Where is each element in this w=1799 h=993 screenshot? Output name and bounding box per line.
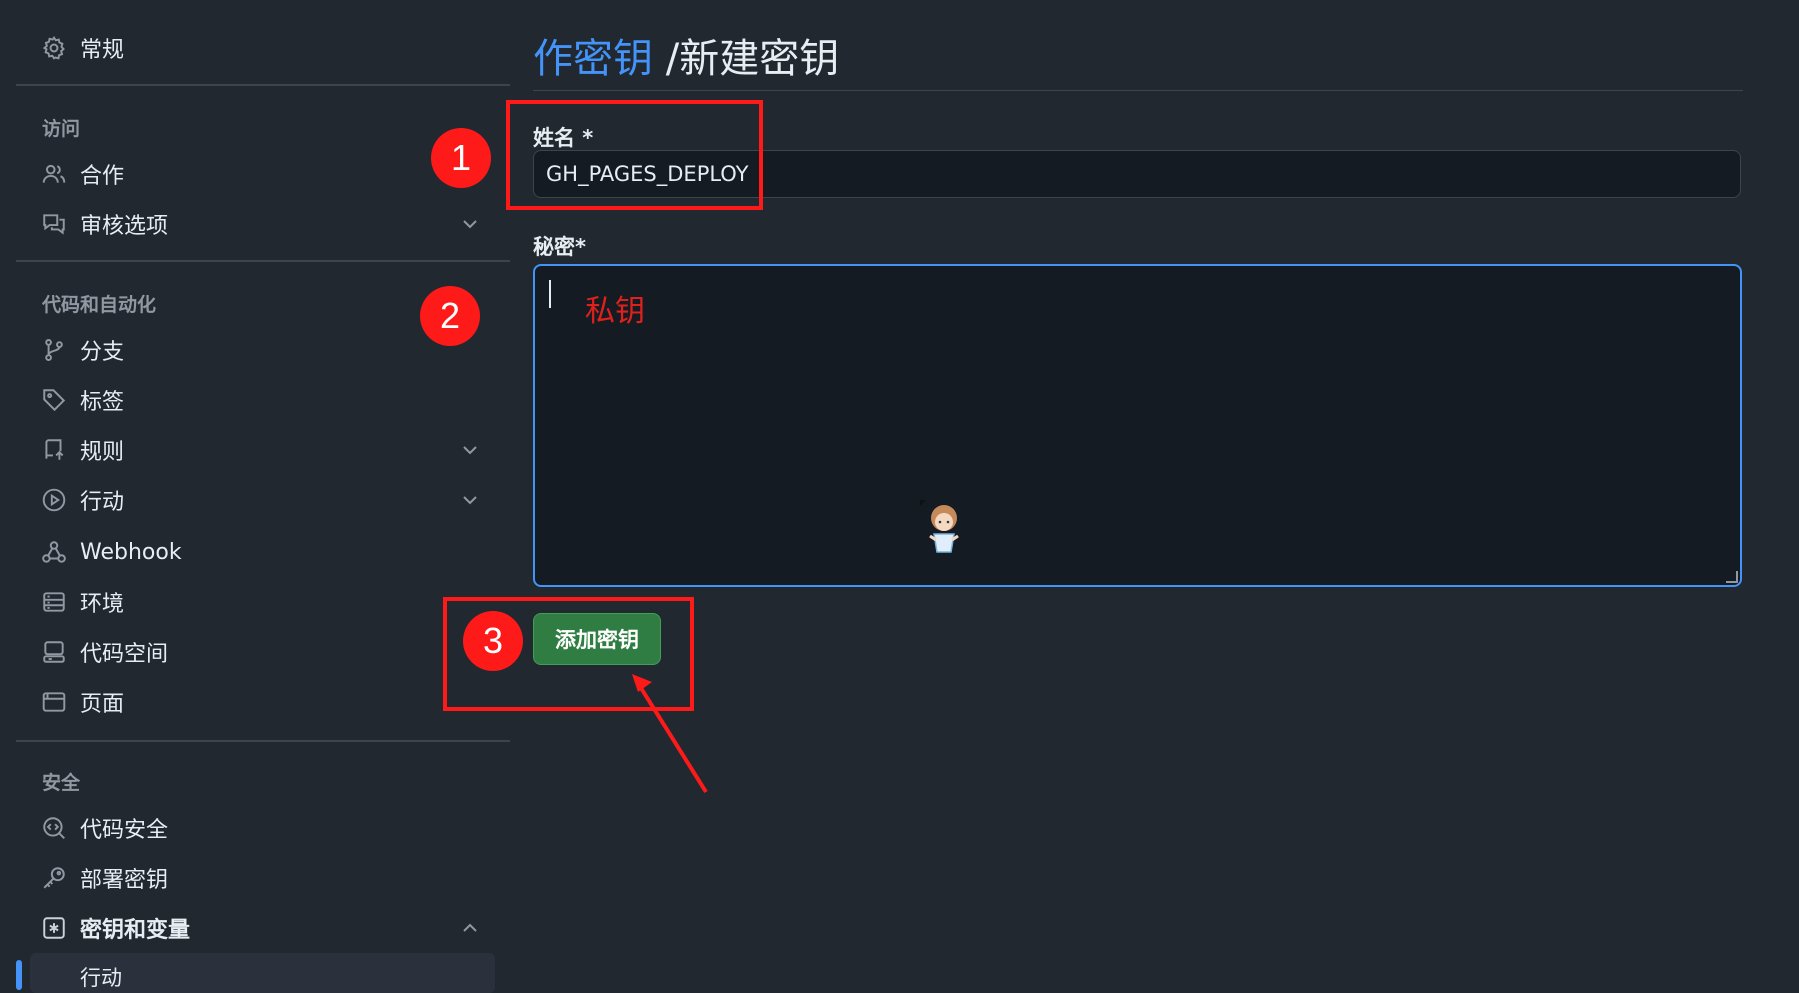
webhook-icon bbox=[40, 538, 68, 566]
sidebar-item-rules[interactable]: 规则 bbox=[40, 430, 124, 470]
sidebar-item-label: 标签 bbox=[80, 390, 125, 415]
sidebar-item-actions[interactable]: 行动 bbox=[40, 480, 124, 520]
annotation-step-2: 2 bbox=[420, 286, 480, 346]
sidebar-item-secrets-and-variables[interactable]: 密钥和变量 bbox=[40, 908, 190, 948]
sidebar-item-label: 合作 bbox=[80, 164, 125, 189]
secret-textarea[interactable] bbox=[533, 264, 1742, 587]
annotation-step-3: 3 bbox=[463, 611, 523, 671]
codescan-icon bbox=[40, 814, 68, 842]
gear-icon bbox=[40, 34, 68, 62]
sidebar-item-deploy-keys[interactable]: 部署密钥 bbox=[40, 858, 168, 898]
asterisk-box-icon bbox=[40, 914, 68, 942]
sidebar-divider bbox=[16, 84, 510, 86]
sidebar-item-label: 常规 bbox=[80, 38, 125, 63]
chevron-down-icon[interactable] bbox=[458, 212, 482, 236]
resize-handle-icon[interactable] bbox=[1726, 571, 1738, 583]
sidebar-item-webhooks[interactable]: Webhook bbox=[40, 532, 182, 572]
sidebar-item-codespaces[interactable]: 代码空间 bbox=[40, 632, 168, 672]
sidebar-item-branches[interactable]: 分支 bbox=[40, 330, 124, 370]
sidebar-item-label: 代码安全 bbox=[80, 818, 169, 843]
key-icon bbox=[40, 864, 68, 892]
sidebar-item-tags[interactable]: 标签 bbox=[40, 380, 124, 420]
sidebar-section-code-automation: 代码和自动化 bbox=[42, 294, 157, 316]
sidebar-item-label: 页面 bbox=[80, 692, 125, 717]
sidebar-item-moderation[interactable]: 审核选项 bbox=[40, 204, 168, 244]
active-indicator bbox=[16, 960, 22, 990]
sidebar-item-label: 环境 bbox=[80, 592, 125, 617]
server-icon bbox=[40, 588, 68, 616]
mascot-cursor-icon bbox=[920, 500, 959, 553]
tag-icon bbox=[40, 386, 68, 414]
chevron-down-icon[interactable] bbox=[458, 488, 482, 512]
breadcrumb-link[interactable]: 作密钥 bbox=[533, 36, 653, 82]
play-icon bbox=[40, 486, 68, 514]
sidebar-section-security: 安全 bbox=[42, 772, 81, 794]
codespaces-icon bbox=[40, 638, 68, 666]
repo-push-icon bbox=[40, 436, 68, 464]
comment-discussion-icon bbox=[40, 210, 68, 238]
sidebar-item-code-security[interactable]: 代码安全 bbox=[40, 808, 168, 848]
annotation-arrow-icon bbox=[632, 674, 708, 794]
chevron-down-icon[interactable] bbox=[458, 438, 482, 462]
sidebar-item-label: 规则 bbox=[80, 440, 125, 465]
sidebar-item-label: 分支 bbox=[80, 340, 125, 365]
annotation-step-1: 1 bbox=[431, 128, 491, 188]
title-divider bbox=[533, 90, 1743, 91]
page-title: 作密钥 /新建密钥 bbox=[533, 26, 839, 84]
sidebar-item-label: 代码空间 bbox=[80, 642, 169, 667]
sidebar-item-label: 审核选项 bbox=[80, 214, 169, 239]
sidebar-item-label: 密钥和变量 bbox=[80, 918, 191, 943]
sidebar-section-access: 访问 bbox=[42, 118, 81, 140]
sidebar-item-label: 行动 bbox=[80, 490, 125, 515]
annotation-secret-hint: 私钥 bbox=[585, 294, 645, 329]
annotation-box-1 bbox=[506, 100, 763, 210]
sidebar-item-general[interactable]: 常规 bbox=[40, 28, 124, 68]
secret-label: 秘密* bbox=[533, 235, 586, 259]
sidebar-item-environments[interactable]: 环境 bbox=[40, 582, 124, 622]
browser-icon bbox=[40, 688, 68, 716]
sidebar-item-collaborators[interactable]: 合作 bbox=[40, 154, 124, 194]
sidebar-subitem-actions[interactable]: 行动 bbox=[80, 962, 122, 992]
sidebar-divider bbox=[16, 740, 510, 742]
git-branch-icon bbox=[40, 336, 68, 364]
breadcrumb-current: /新建密钥 bbox=[665, 36, 840, 82]
sidebar-divider bbox=[16, 260, 510, 262]
chevron-up-icon[interactable] bbox=[458, 916, 482, 940]
people-icon bbox=[40, 160, 68, 188]
sidebar-item-pages[interactable]: 页面 bbox=[40, 682, 124, 722]
sidebar-item-label: Webhook bbox=[80, 539, 182, 565]
sidebar-item-label: 部署密钥 bbox=[80, 868, 169, 893]
text-caret bbox=[549, 280, 551, 308]
